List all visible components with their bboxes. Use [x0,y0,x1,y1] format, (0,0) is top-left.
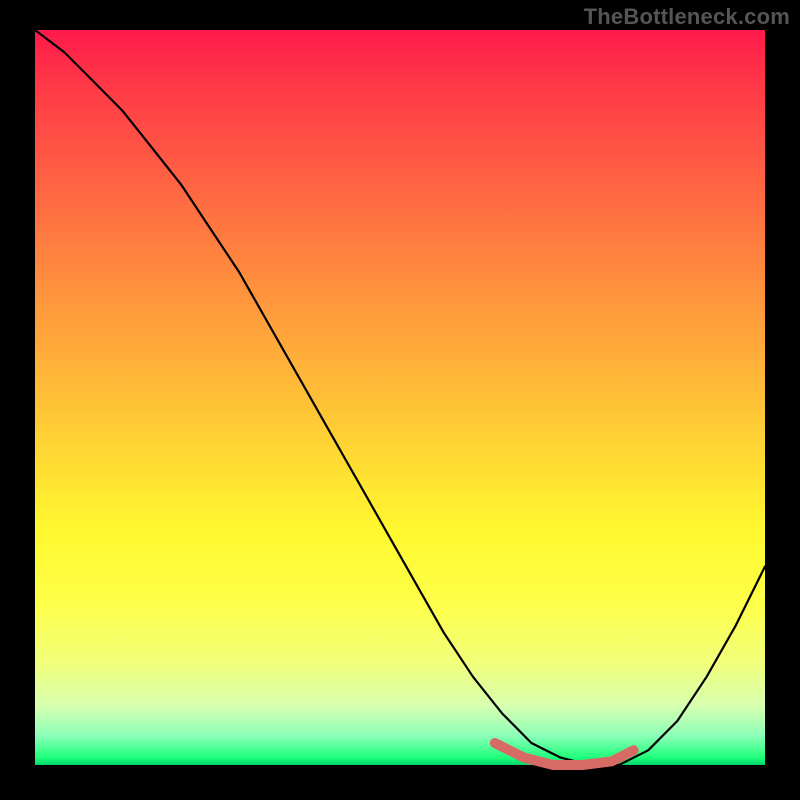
optimal-range-highlight [495,743,634,765]
chart-container: TheBottleneck.com [0,0,800,800]
plot-area [35,30,765,765]
watermark-text: TheBottleneck.com [584,4,790,30]
curve-svg [35,30,765,765]
bottleneck-curve [35,30,765,765]
